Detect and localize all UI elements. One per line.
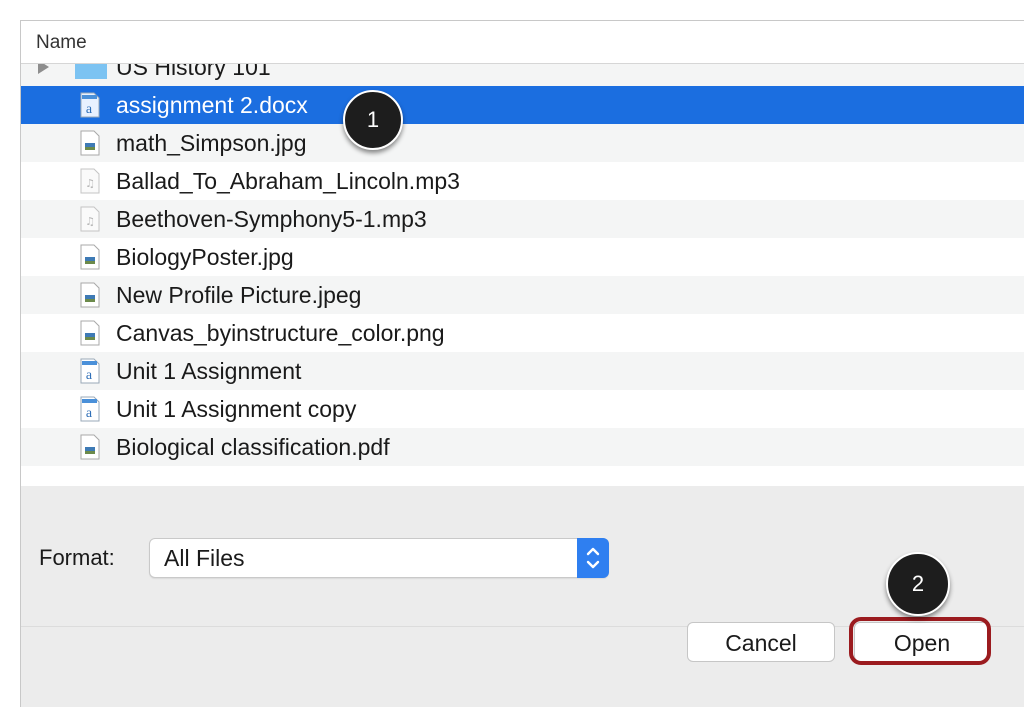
file-row[interactable]: a assignment 2.docx [21,86,1024,124]
audio-icon: ♫ [77,206,103,232]
file-name: math_Simpson.jpg [116,130,307,156]
svg-text:a: a [86,102,93,117]
document-icon: a [77,92,103,118]
image-icon [77,434,103,460]
svg-text:♫: ♫ [85,177,95,190]
file-name: Unit 1 Assignment copy [116,396,357,422]
image-icon [77,244,103,270]
name-column-header[interactable]: Name [21,21,1024,64]
file-name: Ballad_To_Abraham_Lincoln.mp3 [116,168,460,194]
step-1-callout: 1 [343,90,403,150]
file-name: Unit 1 Assignment [116,358,302,384]
svg-text:a: a [86,368,93,383]
file-row[interactable]: ♫ Beethoven-Symphony5-1.mp3 [21,200,1024,238]
file-browser: US History 101 a assignment 2.docx math_Sim… [21,21,1024,486]
file-row[interactable]: BiologyPoster.jpg [21,238,1024,276]
document-icon: a [77,396,103,422]
format-label: Format: [39,545,115,570]
image-icon [77,130,103,156]
file-name: Beethoven-Symphony5-1.mp3 [116,206,427,232]
format-selected-value: All Files [164,545,245,571]
file-name: New Profile Picture.jpeg [116,282,362,308]
file-name: assignment 2.docx [116,92,308,118]
file-row[interactable]: ♫ Ballad_To_Abraham_Lincoln.mp3 [21,162,1024,200]
file-row[interactable]: a Unit 1 Assignment copy [21,390,1024,428]
file-row[interactable]: math_Simpson.jpg [21,124,1024,162]
file-row[interactable]: Canvas_byinstructure_color.png [21,314,1024,352]
step-2-callout: 2 [886,552,950,616]
file-name: Canvas_byinstructure_color.png [116,320,445,346]
format-select[interactable]: All Files [149,538,609,578]
file-name: Biological classification.pdf [116,434,390,460]
image-icon [77,320,103,346]
document-icon: a [77,358,103,384]
audio-icon: ♫ [77,168,103,194]
svg-text:a: a [86,406,93,421]
file-name: BiologyPoster.jpg [116,244,294,270]
image-icon [77,282,103,308]
file-row[interactable]: New Profile Picture.jpeg [21,276,1024,314]
select-stepper-icon[interactable] [577,538,609,578]
file-row[interactable]: Biological classification.pdf [21,428,1024,466]
open-file-dialog: US History 101 a assignment 2.docx math_Sim… [20,20,1024,707]
svg-text:♫: ♫ [85,215,95,228]
open-button-highlight [849,617,991,665]
cancel-button[interactable]: Cancel [687,622,835,662]
file-list: US History 101 a assignment 2.docx math_Sim… [21,21,1024,466]
file-row[interactable]: a Unit 1 Assignment [21,352,1024,390]
